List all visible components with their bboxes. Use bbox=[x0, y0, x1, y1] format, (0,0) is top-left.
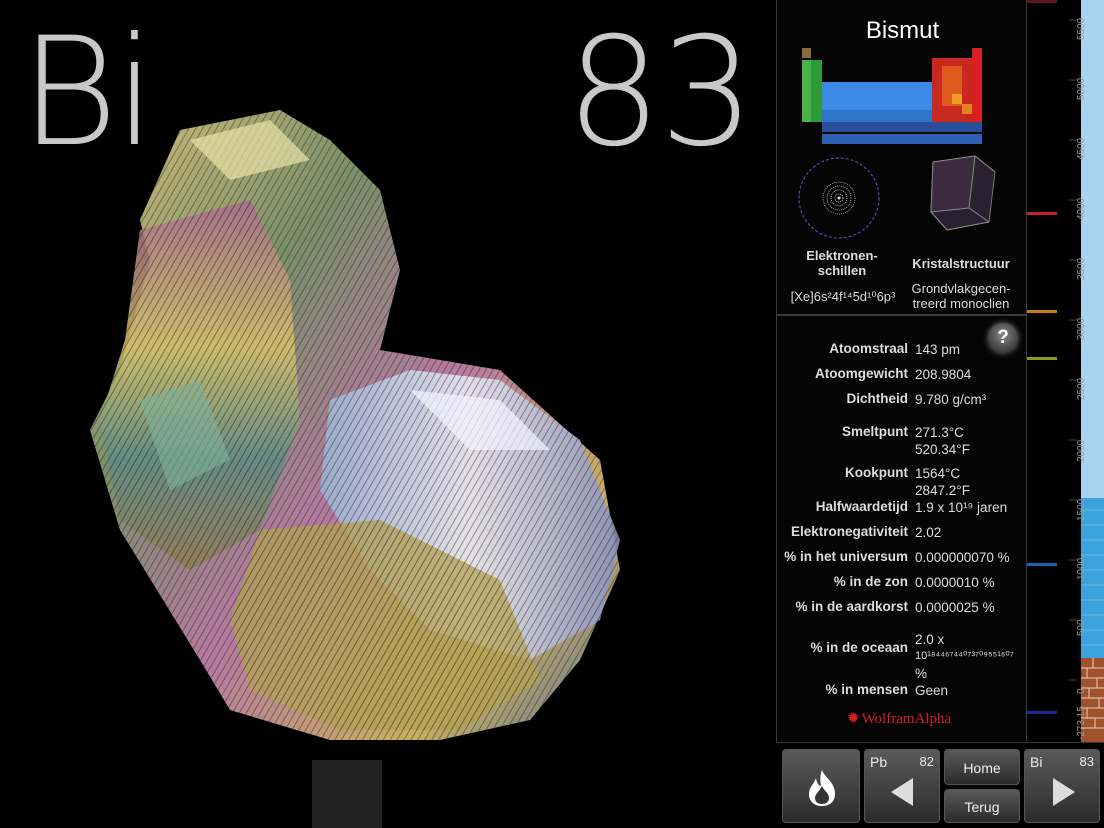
temp-marker-orange bbox=[1027, 310, 1057, 313]
prop-label-atoomstraal: Atoomstraal bbox=[829, 341, 908, 356]
prop-value-kookpunt-f: 2847.2°F bbox=[915, 483, 970, 498]
element-photo: Bi 83 bbox=[0, 0, 776, 828]
wolfram-label: WolframAlpha bbox=[861, 711, 952, 727]
tick-absolute-zero: -273.15 bbox=[1076, 706, 1087, 740]
prop-value-smeltpunt-f: 520.34°F bbox=[915, 442, 970, 457]
tick-2000: 2000 bbox=[1076, 439, 1087, 462]
arrow-right-icon bbox=[1053, 778, 1075, 806]
arrow-left-icon bbox=[891, 778, 913, 806]
prop-label-oceaan: % in de oceaan bbox=[810, 640, 908, 655]
bismuth-crystal-image bbox=[90, 110, 620, 828]
tick-5000: 5000 bbox=[1076, 77, 1087, 100]
help-button[interactable]: ? bbox=[988, 323, 1018, 353]
prev-element-symbol: Pb bbox=[870, 754, 888, 770]
electron-shells-diagram[interactable] bbox=[797, 156, 881, 240]
prop-label-elektronegativiteit: Elektronegativiteit bbox=[790, 524, 908, 539]
tick-1000: 1000 bbox=[1076, 557, 1087, 580]
prop-label-aardkorst: % in de aardkorst bbox=[795, 599, 908, 614]
wolfram-star-icon: ✹ bbox=[847, 711, 860, 727]
temp-marker-olive bbox=[1027, 357, 1057, 360]
shells-caption-line1: Elektronen- bbox=[806, 248, 878, 263]
temp-marker-blue bbox=[1027, 563, 1057, 566]
crystal-structure-text: Grondvlakgecen- treerd monoclien bbox=[901, 281, 1021, 311]
prop-value-atoomgewicht: 208.9804 bbox=[915, 367, 972, 382]
back-label: Terug bbox=[964, 799, 1000, 815]
info-panel: Bismut Elektronen- schillen Kristalstruc… bbox=[776, 0, 1028, 742]
wolfram-alpha-link[interactable]: ✹ WolframAlpha bbox=[847, 709, 951, 728]
prop-value-oceaan-line3: % bbox=[915, 666, 928, 681]
tick-5500: 5500 bbox=[1076, 17, 1087, 40]
flame-icon bbox=[809, 770, 835, 806]
temperature-scale-graphic bbox=[1069, 0, 1104, 742]
shells-caption: Elektronen- schillen bbox=[787, 248, 897, 278]
prop-value-smeltpunt: 271.3°C 520.34°F bbox=[915, 424, 970, 458]
temp-marker-navy bbox=[1027, 711, 1057, 714]
electron-configuration: [Xe]6s²4f¹⁴5d¹⁰6p³ bbox=[790, 289, 896, 304]
flame-button[interactable] bbox=[782, 749, 860, 823]
prop-value-oceaan: 2.0 x 10¹⁸⁴⁴⁶⁷⁴⁴⁰⁷³⁷⁰⁹⁵⁵¹⁶⁰⁷ % bbox=[915, 631, 1014, 682]
prop-value-zon: 0.0000010 % bbox=[915, 575, 995, 590]
section-divider bbox=[777, 314, 1028, 316]
prop-value-kookpunt: 1564°C 2847.2°F bbox=[915, 465, 970, 499]
home-button[interactable]: Home bbox=[944, 749, 1020, 785]
next-element-button[interactable]: Bi 83 bbox=[1024, 749, 1100, 823]
tick-4500: 4500 bbox=[1076, 137, 1087, 160]
crystal-caption: Kristalstructuur bbox=[912, 256, 1010, 271]
back-button[interactable]: Terug bbox=[944, 789, 1020, 823]
crystal-structure-diagram[interactable] bbox=[925, 152, 1001, 236]
tick-1500: 1500 bbox=[1076, 498, 1087, 521]
prop-label-zon: % in de zon bbox=[833, 574, 908, 589]
prop-label-atoomgewicht: Atoomgewicht bbox=[815, 366, 908, 381]
next-element-symbol: Bi bbox=[1030, 754, 1043, 770]
temperature-scale[interactable]: 5500 5000 4500 4000 3500 3000 2500 2000 … bbox=[1027, 0, 1104, 742]
element-name: Bismut bbox=[865, 17, 940, 44]
crystal-structure-line2: treerd monoclien bbox=[912, 296, 1010, 311]
tick-3000: 3000 bbox=[1076, 317, 1087, 340]
prop-label-universum: % in het universum bbox=[784, 549, 908, 564]
prop-label-smeltpunt: Smeltpunt bbox=[842, 424, 908, 439]
home-label: Home bbox=[963, 760, 1001, 776]
prop-value-elektronegativiteit: 2.02 bbox=[915, 525, 942, 540]
prop-label-halfwaardetijd: Halfwaardetijd bbox=[815, 499, 908, 514]
prop-value-kookpunt-c: 1564°C bbox=[915, 466, 961, 481]
tick-4000: 4000 bbox=[1076, 197, 1087, 220]
prop-value-aardkorst: 0.0000025 % bbox=[915, 600, 995, 615]
shells-caption-line2: schillen bbox=[817, 263, 867, 278]
tick-3500: 3500 bbox=[1076, 257, 1087, 280]
tick-2500: 2500 bbox=[1076, 377, 1087, 400]
atomic-number: 83 bbox=[566, 6, 755, 180]
prev-element-button[interactable]: Pb 82 bbox=[864, 749, 940, 823]
prop-label-dichtheid: Dichtheid bbox=[846, 391, 908, 406]
crystal-structure-line1: Grondvlakgecen- bbox=[911, 281, 1011, 296]
prop-value-oceaan-line1: 2.0 x bbox=[915, 632, 945, 647]
tick-500: 500 bbox=[1076, 619, 1087, 636]
next-element-number: 83 bbox=[1079, 754, 1094, 769]
prop-value-atoomstraal: 143 pm bbox=[915, 342, 961, 357]
prop-value-smeltpunt-c: 271.3°C bbox=[915, 425, 964, 440]
prop-label-mensen: % in mensen bbox=[825, 682, 908, 697]
prop-label-kookpunt: Kookpunt bbox=[845, 465, 908, 480]
prev-element-number: 82 bbox=[919, 754, 934, 769]
prop-value-mensen: Geen bbox=[915, 683, 949, 698]
periodic-table-mini-icon[interactable] bbox=[802, 48, 1002, 148]
element-symbol: Bi bbox=[20, 6, 156, 180]
prop-value-dichtheid: 9.780 g/cm³ bbox=[915, 392, 987, 407]
navigation-bar: Pb 82 Home Terug Bi 83 bbox=[776, 742, 1104, 828]
tick-0: 0 bbox=[1076, 688, 1087, 694]
prop-value-oceaan-line2: 10¹⁸⁴⁴⁶⁷⁴⁴⁰⁷³⁷⁰⁹⁵⁵¹⁶⁰⁷ bbox=[915, 650, 1014, 662]
prop-value-halfwaardetijd: 1.9 x 10¹⁹ jaren bbox=[915, 500, 1008, 515]
prop-value-universum: 0.000000070 % bbox=[915, 550, 1010, 565]
temp-marker-top bbox=[1027, 0, 1057, 3]
temp-marker-boiling bbox=[1027, 212, 1057, 215]
